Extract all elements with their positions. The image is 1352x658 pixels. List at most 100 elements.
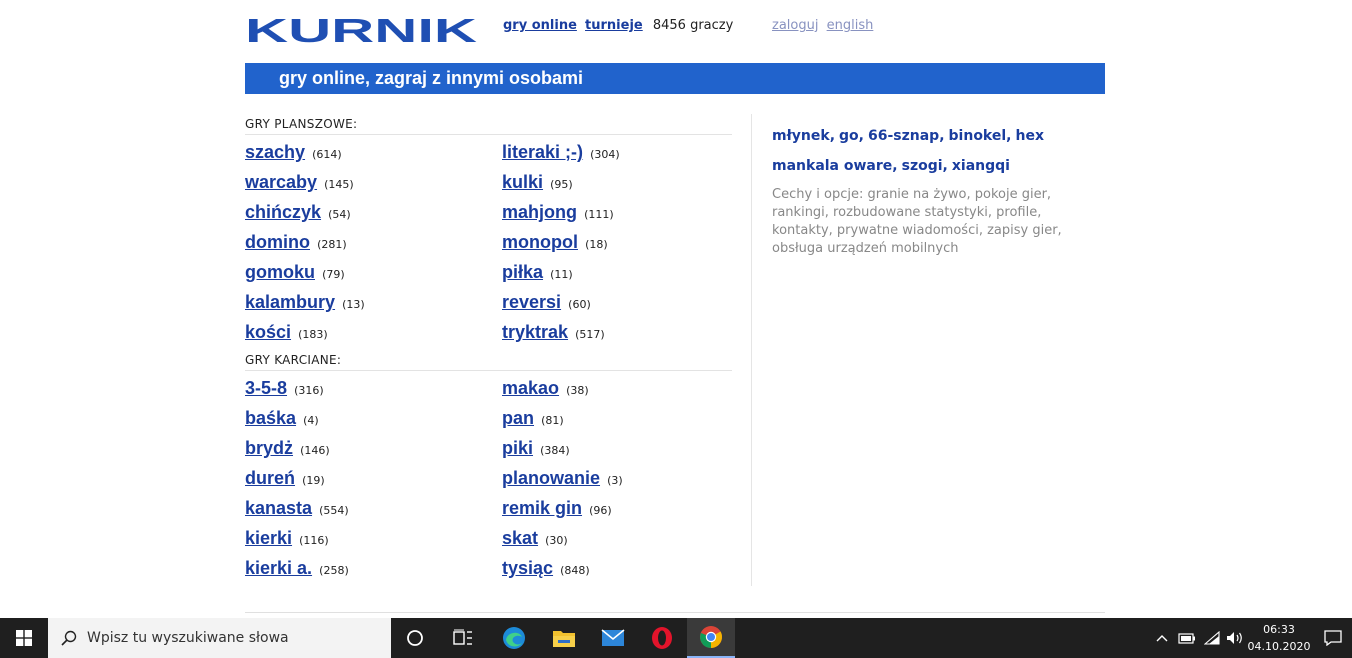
game-link[interactable]: kierki a. — [245, 558, 312, 578]
game-link[interactable]: gomoku — [245, 262, 315, 282]
game-link[interactable]: monopol — [502, 232, 578, 252]
game-entry: planowanie (3) — [502, 464, 732, 494]
search-icon — [61, 630, 77, 646]
game-link[interactable]: domino — [245, 232, 310, 252]
game-link[interactable]: tysiąc — [502, 558, 553, 578]
footer-divider — [245, 612, 1105, 613]
game-link[interactable]: szachy — [245, 142, 305, 162]
player-count-badge: (81) — [541, 414, 564, 427]
player-count-badge: (384) — [540, 444, 570, 457]
game-link[interactable]: kości — [245, 322, 291, 342]
game-link[interactable]: planowanie — [502, 468, 600, 488]
mail-icon — [601, 629, 625, 646]
game-entry: kierki a. (258) — [245, 554, 502, 584]
game-entry: kanasta (554) — [245, 494, 502, 524]
other-game-link[interactable]: hex — [1016, 128, 1045, 144]
game-link[interactable]: skat — [502, 528, 538, 548]
volume-icon — [1227, 632, 1242, 644]
column-divider — [751, 114, 752, 586]
file-explorer-button[interactable] — [540, 618, 588, 658]
game-link[interactable]: kulki — [502, 172, 543, 192]
nav-link-turnieje[interactable]: turnieje — [585, 18, 643, 33]
game-entry: skat (30) — [502, 524, 732, 554]
other-game-link[interactable]: xiangqi — [952, 158, 1010, 174]
game-link[interactable]: kanasta — [245, 498, 312, 518]
action-center-button[interactable] — [1318, 618, 1348, 658]
player-count-badge: (183) — [298, 328, 328, 341]
other-games-panel: młynek, go, 66-sznap, binokel, hex mankala o… — [772, 126, 1092, 258]
game-link[interactable]: tryktrak — [502, 322, 568, 342]
cortana-button[interactable] — [391, 618, 439, 658]
board-games-grid: szachy (614) literaki ;-) (304) warcaby (1… — [245, 135, 732, 348]
game-link[interactable]: pan — [502, 408, 534, 428]
list-separator: , — [858, 128, 864, 144]
kurnik-logo[interactable]: KURNIK — [245, 18, 477, 44]
mail-taskbar-button[interactable] — [589, 618, 637, 658]
player-count-badge: (848) — [560, 564, 590, 577]
card-games-grid: 3-5-8 (316) makao (38) baśka (4) pan (81) br… — [245, 371, 732, 584]
volume-button[interactable] — [1224, 618, 1246, 658]
game-link[interactable]: literaki ;-) — [502, 142, 583, 162]
chevron-up-icon — [1156, 635, 1168, 642]
start-button[interactable] — [0, 618, 48, 658]
player-count-badge: (304) — [590, 148, 620, 161]
player-count-badge: (11) — [550, 268, 573, 281]
taskbar-search-input[interactable] — [87, 630, 367, 646]
player-count-badge: (3) — [607, 474, 623, 487]
other-game-link[interactable]: binokel — [949, 128, 1007, 144]
other-game-link[interactable]: 66-sznap — [868, 128, 939, 144]
game-link[interactable]: dureń — [245, 468, 295, 488]
wifi-icon — [1204, 631, 1220, 645]
clock-time: 06:33 — [1263, 623, 1295, 636]
player-count-badge: (517) — [575, 328, 605, 341]
game-link[interactable]: piłka — [502, 262, 543, 282]
game-link[interactable]: kierki — [245, 528, 292, 548]
language-link[interactable]: english — [827, 18, 874, 33]
game-entry: kalambury (13) — [245, 288, 502, 318]
list-separator: , — [829, 128, 836, 144]
other-games-line-2: mankala oware, szogi, xiangqi — [772, 156, 1092, 176]
task-view-button[interactable] — [439, 618, 487, 658]
game-link[interactable]: reversi — [502, 292, 561, 312]
taskbar-clock[interactable]: 06:33 04.10.2020 — [1246, 621, 1312, 655]
login-link[interactable]: zaloguj — [772, 18, 818, 33]
game-link[interactable]: mahjong — [502, 202, 577, 222]
cortana-icon — [407, 630, 423, 646]
task-view-icon — [453, 629, 472, 645]
game-entry: brydż (146) — [245, 434, 502, 464]
game-link[interactable]: kalambury — [245, 292, 335, 312]
battery-icon — [1178, 632, 1195, 644]
player-count-badge: (95) — [550, 178, 573, 191]
battery-button[interactable] — [1176, 618, 1198, 658]
other-game-link[interactable]: mankala oware — [772, 158, 892, 174]
player-count-badge: (18) — [585, 238, 608, 251]
game-link[interactable]: chińczyk — [245, 202, 321, 222]
game-link[interactable]: remik gin — [502, 498, 582, 518]
player-count-badge: (54) — [328, 208, 351, 221]
user-nav: zaloguj english — [772, 18, 877, 33]
network-button[interactable] — [1201, 618, 1223, 658]
file-explorer-icon — [553, 631, 575, 647]
player-count-badge: (316) — [294, 384, 324, 397]
game-entry: kierki (116) — [245, 524, 502, 554]
game-entry: kości (183) — [245, 318, 502, 348]
chrome-taskbar-button[interactable] — [687, 618, 735, 658]
other-game-link[interactable]: szogi — [902, 158, 943, 174]
games-list: GRY PLANSZOWE: szachy (614) literaki ;-) … — [245, 116, 732, 584]
game-link[interactable]: brydż — [245, 438, 293, 458]
game-link[interactable]: makao — [502, 378, 559, 398]
other-game-link[interactable]: młynek — [772, 128, 830, 144]
taskbar-search[interactable] — [48, 618, 391, 658]
other-game-link[interactable]: go — [839, 128, 859, 144]
player-count-badge: (30) — [545, 534, 568, 547]
game-entry: monopol (18) — [502, 228, 732, 258]
show-hidden-icons-button[interactable] — [1152, 618, 1172, 658]
game-link[interactable]: baśka — [245, 408, 296, 428]
page-banner: gry online, zagraj z innymi osobami — [245, 63, 1105, 94]
game-link[interactable]: 3-5-8 — [245, 378, 287, 398]
nav-link-gry-online[interactable]: gry online — [503, 18, 577, 33]
game-link[interactable]: piki — [502, 438, 533, 458]
game-link[interactable]: warcaby — [245, 172, 317, 192]
edge-taskbar-button[interactable] — [490, 618, 538, 658]
opera-taskbar-button[interactable] — [638, 618, 686, 658]
